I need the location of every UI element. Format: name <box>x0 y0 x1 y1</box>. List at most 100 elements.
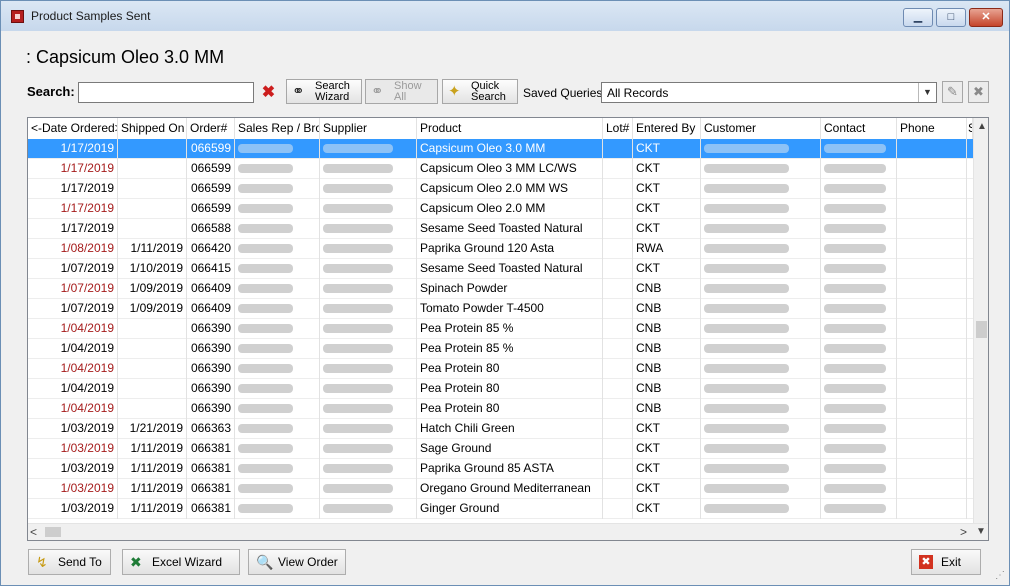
cell-sales-rep <box>235 279 320 299</box>
column-header-customer[interactable]: Customer <box>701 118 821 139</box>
save-query-button[interactable]: ✎ <box>942 81 963 103</box>
cell-product: Paprika Ground 85 ASTA <box>417 459 603 479</box>
cell-date-ordered: 1/04/2019 <box>28 319 118 339</box>
cell-customer <box>701 219 821 239</box>
column-header-shipped-on[interactable]: Shipped On <box>118 118 187 139</box>
redacted-text <box>704 424 789 433</box>
search-wizard-label: Search Wizard <box>315 80 350 103</box>
table-row[interactable]: 1/07/2019 1/09/2019 066409 Spinach Powder CN… <box>28 279 973 299</box>
cell-supplier <box>320 299 417 319</box>
scroll-left-icon[interactable]: < <box>30 524 37 540</box>
cell-sales-rep <box>235 219 320 239</box>
cell-phone <box>897 199 967 219</box>
cell-lot <box>603 319 633 339</box>
column-header-date-ordered[interactable]: <-Date Ordered> <box>28 118 118 139</box>
redacted-text <box>824 224 886 233</box>
excel-wizard-button[interactable]: ✖ Excel Wizard <box>122 549 240 575</box>
clear-search-button[interactable]: ✖ <box>258 83 279 103</box>
redacted-text <box>704 284 789 293</box>
cell-entered-by: CKT <box>633 179 701 199</box>
cell-shipped-on <box>118 199 187 219</box>
cell-entered-by: CNB <box>633 279 701 299</box>
cell-contact <box>821 299 897 319</box>
table-row[interactable]: 1/03/2019 1/11/2019 066381 Ginger Ground CKT <box>28 499 973 519</box>
cell-supplier <box>320 459 417 479</box>
column-header-phone[interactable]: Phone <box>897 118 967 139</box>
table-row[interactable]: 1/04/2019 066390 Pea Protein 85 % CNB <box>28 319 973 339</box>
table-row[interactable]: 1/07/2019 1/09/2019 066409 Tomato Powder T-… <box>28 299 973 319</box>
cell-lot <box>603 179 633 199</box>
table-row[interactable]: 1/17/2019 066599 Capsicum Oleo 3 MM LC/WS C… <box>28 159 973 179</box>
cell-contact <box>821 399 897 419</box>
delete-query-button[interactable]: ✖ <box>968 81 989 103</box>
column-header-entered-by[interactable]: Entered By <box>633 118 701 139</box>
vertical-scrollbar[interactable]: ▲ <box>973 118 988 523</box>
column-header-contact[interactable]: Contact <box>821 118 897 139</box>
table-row[interactable]: 1/03/2019 1/11/2019 066381 Sage Ground CKT <box>28 439 973 459</box>
table-row[interactable]: 1/04/2019 066390 Pea Protein 80 CNB <box>28 399 973 419</box>
table-row[interactable]: 1/04/2019 066390 Pea Protein 80 CNB <box>28 379 973 399</box>
minimize-button[interactable]: ▁ <box>903 8 933 27</box>
redacted-text <box>323 284 393 293</box>
cell-entered-by: CKT <box>633 199 701 219</box>
scroll-right-icon[interactable]: > <box>960 524 967 540</box>
search-wizard-button[interactable]: ⚭ Search Wizard <box>286 79 362 104</box>
cell-supplier <box>320 279 417 299</box>
cell-shipped-on: 1/11/2019 <box>118 439 187 459</box>
exit-label: Exit <box>941 555 962 569</box>
scroll-down-icon[interactable]: ▼ <box>976 524 986 540</box>
send-to-button[interactable]: ↯ Send To <box>28 549 111 575</box>
cell-lot <box>603 299 633 319</box>
cell-supplier <box>320 359 417 379</box>
redacted-text <box>323 384 393 393</box>
redacted-text <box>323 164 393 173</box>
quick-search-button[interactable]: ✦ Quick Search <box>442 79 518 104</box>
exit-button[interactable]: ✖ Exit <box>911 549 981 575</box>
column-header-supplier[interactable]: Supplier <box>320 118 417 139</box>
table-row[interactable]: 1/08/2019 1/11/2019 066420 Paprika Ground 1… <box>28 239 973 259</box>
cell-order-number: 066390 <box>187 379 235 399</box>
cell-product: Capsicum Oleo 2.0 MM WS <box>417 179 603 199</box>
table-row[interactable]: 1/07/2019 1/10/2019 066415 Sesame Seed Toas… <box>28 259 973 279</box>
table-row[interactable]: 1/04/2019 066390 Pea Protein 85 % CNB <box>28 339 973 359</box>
cell-order-number: 066381 <box>187 459 235 479</box>
column-header-sales-rep[interactable]: Sales Rep / Brok <box>235 118 320 139</box>
cell-supplier <box>320 319 417 339</box>
redacted-text <box>238 284 293 293</box>
chevron-down-icon[interactable]: ▼ <box>918 83 936 102</box>
cell-supplier <box>320 199 417 219</box>
cell-sales-rep <box>235 199 320 219</box>
redacted-text <box>238 204 293 213</box>
table-row[interactable]: 1/17/2019 066588 Sesame Seed Toasted Natur… <box>28 219 973 239</box>
vertical-scroll-thumb[interactable] <box>976 321 987 338</box>
column-header-product[interactable]: Product <box>417 118 603 139</box>
table-row[interactable]: 1/03/2019 1/11/2019 066381 Oregano Ground M… <box>28 479 973 499</box>
cell-customer <box>701 479 821 499</box>
cell-date-ordered: 1/03/2019 <box>28 479 118 499</box>
search-input[interactable] <box>78 82 254 103</box>
close-button[interactable]: ✕ <box>969 8 1003 27</box>
scroll-up-icon[interactable]: ▲ <box>974 118 988 135</box>
table-row[interactable]: 1/17/2019 066599 Capsicum Oleo 3.0 MM CKT <box>28 139 973 159</box>
table-row[interactable]: 1/03/2019 1/21/2019 066363 Hatch Chili Gree… <box>28 419 973 439</box>
resize-grip-icon[interactable]: ⋰ <box>995 570 1005 581</box>
table-row[interactable]: 1/17/2019 066599 Capsicum Oleo 2.0 MM CKT <box>28 199 973 219</box>
table-row[interactable]: 1/17/2019 066599 Capsicum Oleo 2.0 MM WS CK… <box>28 179 973 199</box>
maximize-button[interactable]: □ <box>936 8 966 27</box>
table-row[interactable]: 1/03/2019 1/11/2019 066381 Paprika Ground 8… <box>28 459 973 479</box>
horizontal-scrollbar[interactable]: < > ▼ <box>28 523 988 540</box>
show-all-button[interactable]: ⚭ Show All <box>365 79 438 104</box>
cell-phone <box>897 319 967 339</box>
column-header-lot[interactable]: Lot# <box>603 118 633 139</box>
horizontal-scroll-thumb[interactable] <box>45 527 61 537</box>
cell-entered-by: CKT <box>633 459 701 479</box>
column-header-order-number[interactable]: Order# <box>187 118 235 139</box>
table-row[interactable]: 1/04/2019 066390 Pea Protein 80 CNB <box>28 359 973 379</box>
samples-grid[interactable]: <-Date Ordered> Shipped On Order# Sales … <box>27 117 989 541</box>
cell-supplier <box>320 239 417 259</box>
cell-phone <box>897 239 967 259</box>
saved-queries-select[interactable]: All Records ▼ <box>601 82 937 103</box>
view-order-button[interactable]: 🔍 View Order <box>248 549 346 575</box>
cell-order-number: 066390 <box>187 359 235 379</box>
cell-shipped-on: 1/11/2019 <box>118 239 187 259</box>
